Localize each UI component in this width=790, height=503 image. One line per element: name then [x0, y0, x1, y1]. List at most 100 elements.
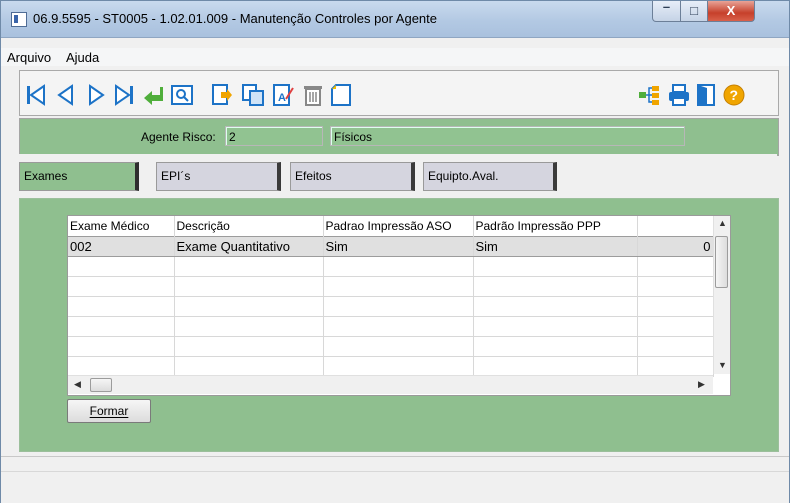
agent-code-field[interactable]: 2: [225, 126, 323, 146]
table-row[interactable]: [68, 336, 714, 357]
table-cell[interactable]: [68, 316, 175, 337]
vertical-scroll-thumb[interactable]: [715, 236, 728, 288]
tab-epis[interactable]: EPI´s: [156, 162, 281, 191]
previous-record-icon[interactable]: [54, 83, 78, 107]
exames-grid[interactable]: Exame Médico Descrição Padrao Impressão …: [67, 215, 731, 396]
status-bar: [1, 456, 789, 472]
horizontal-scrollbar[interactable]: ◀ ▶: [68, 375, 713, 394]
close-icon: X: [726, 3, 736, 18]
column-header[interactable]: Exame Médico: [68, 216, 175, 237]
tab-equipto-aval[interactable]: Equipto.Aval.: [423, 162, 557, 191]
close-button[interactable]: X: [707, 1, 755, 22]
table-cell[interactable]: [323, 356, 474, 377]
app-icon: [11, 12, 27, 27]
maximize-button[interactable]: □: [680, 1, 708, 22]
help-icon[interactable]: ?: [722, 83, 746, 107]
scroll-left-icon[interactable]: ◀: [74, 379, 81, 390]
scroll-down-icon[interactable]: ▼: [718, 360, 727, 370]
table-cell[interactable]: [637, 316, 714, 337]
table-row[interactable]: [68, 296, 714, 317]
menu-ajuda[interactable]: Ajuda: [66, 50, 99, 65]
table-cell[interactable]: [323, 296, 474, 317]
table-cell[interactable]: [637, 336, 714, 357]
agent-panel: Agente Risco: 2 Físicos: [19, 118, 779, 156]
last-record-icon[interactable]: [112, 83, 136, 107]
table-cell[interactable]: [637, 256, 714, 277]
tree-icon[interactable]: [637, 83, 661, 107]
table-cell[interactable]: [68, 256, 175, 277]
toolbar: A ?: [19, 70, 779, 116]
table-cell[interactable]: Sim: [323, 236, 474, 257]
table-cell[interactable]: [68, 276, 175, 297]
table-cell[interactable]: [174, 256, 324, 277]
table-cell[interactable]: [637, 276, 714, 297]
table-cell[interactable]: 002: [68, 236, 175, 257]
table-cell[interactable]: [473, 356, 638, 377]
copy-icon[interactable]: [241, 83, 265, 107]
application-window: 06.9.5595 - ST0005 - 1.02.01.009 - Manut…: [0, 0, 790, 503]
search-icon[interactable]: [170, 83, 194, 107]
formar-button[interactable]: Formar: [67, 399, 151, 423]
table-cell[interactable]: [174, 296, 324, 317]
column-header[interactable]: Padrão Impressão PPP: [473, 216, 638, 237]
table-cell[interactable]: [473, 296, 638, 317]
column-header[interactable]: Padrao Impressão ASO: [323, 216, 474, 237]
maximize-icon: □: [690, 3, 698, 18]
table-cell[interactable]: [68, 336, 175, 357]
column-header[interactable]: [637, 216, 714, 237]
table-cell[interactable]: [637, 356, 714, 377]
vertical-scrollbar[interactable]: ▲ ▼: [713, 216, 730, 374]
table-cell[interactable]: Sim: [473, 236, 638, 257]
menu-bar: Arquivo Ajuda: [1, 48, 789, 66]
table-cell[interactable]: [174, 276, 324, 297]
first-record-icon[interactable]: [24, 83, 48, 107]
formar-button-label: Formar: [89, 404, 129, 418]
title-bar[interactable]: 06.9.5595 - ST0005 - 1.02.01.009 - Manut…: [1, 0, 789, 38]
minimize-button[interactable]: –: [652, 0, 681, 22]
edit-icon[interactable]: A: [271, 83, 295, 107]
table-header-row: Exame Médico Descrição Padrao Impressão …: [68, 216, 714, 237]
scroll-up-icon[interactable]: ▲: [718, 218, 727, 228]
table-cell[interactable]: [68, 296, 175, 317]
next-record-icon[interactable]: [84, 83, 108, 107]
table-row[interactable]: [68, 256, 714, 277]
table-cell[interactable]: [473, 276, 638, 297]
confirm-icon[interactable]: [141, 83, 165, 107]
table-cell[interactable]: [473, 336, 638, 357]
exames-table: Exame Médico Descrição Padrao Impressão …: [68, 216, 714, 377]
table-cell[interactable]: [323, 276, 474, 297]
print-icon[interactable]: [667, 83, 691, 107]
bottom-bar: [1, 471, 789, 503]
table-cell[interactable]: [68, 356, 175, 377]
table-row[interactable]: [68, 356, 714, 377]
table-cell[interactable]: Exame Quantitativo: [174, 236, 324, 257]
table-cell[interactable]: [473, 316, 638, 337]
column-header[interactable]: Descrição: [174, 216, 324, 237]
exit-icon[interactable]: [694, 83, 718, 107]
table-row[interactable]: [68, 316, 714, 337]
horizontal-scroll-thumb[interactable]: [90, 378, 112, 392]
window-title: 06.9.5595 - ST0005 - 1.02.01.009 - Manut…: [33, 11, 437, 26]
table-row[interactable]: [68, 276, 714, 297]
agent-label: Agente Risco:: [141, 130, 216, 144]
tab-exames[interactable]: Exames: [19, 162, 139, 191]
agent-name-field: Físicos: [330, 126, 685, 146]
new-record-icon[interactable]: [329, 83, 353, 107]
table-cell[interactable]: [174, 356, 324, 377]
menu-arquivo[interactable]: Arquivo: [7, 50, 51, 65]
delete-icon[interactable]: [301, 83, 325, 107]
tab-efeitos[interactable]: Efeitos: [290, 162, 415, 191]
table-cell[interactable]: [174, 316, 324, 337]
svg-text:?: ?: [730, 87, 739, 103]
table-row[interactable]: 002 Exame Quantitativo Sim Sim 0: [68, 236, 714, 257]
table-cell[interactable]: [323, 316, 474, 337]
tab-bar: Exames EPI´s Efeitos Equipto.Aval.: [19, 154, 777, 198]
scroll-right-icon[interactable]: ▶: [698, 379, 705, 390]
table-cell[interactable]: 0: [637, 236, 714, 257]
export-icon[interactable]: [210, 83, 234, 107]
table-cell[interactable]: [323, 336, 474, 357]
table-cell[interactable]: [174, 336, 324, 357]
table-cell[interactable]: [637, 296, 714, 317]
table-cell[interactable]: [323, 256, 474, 277]
table-cell[interactable]: [473, 256, 638, 277]
